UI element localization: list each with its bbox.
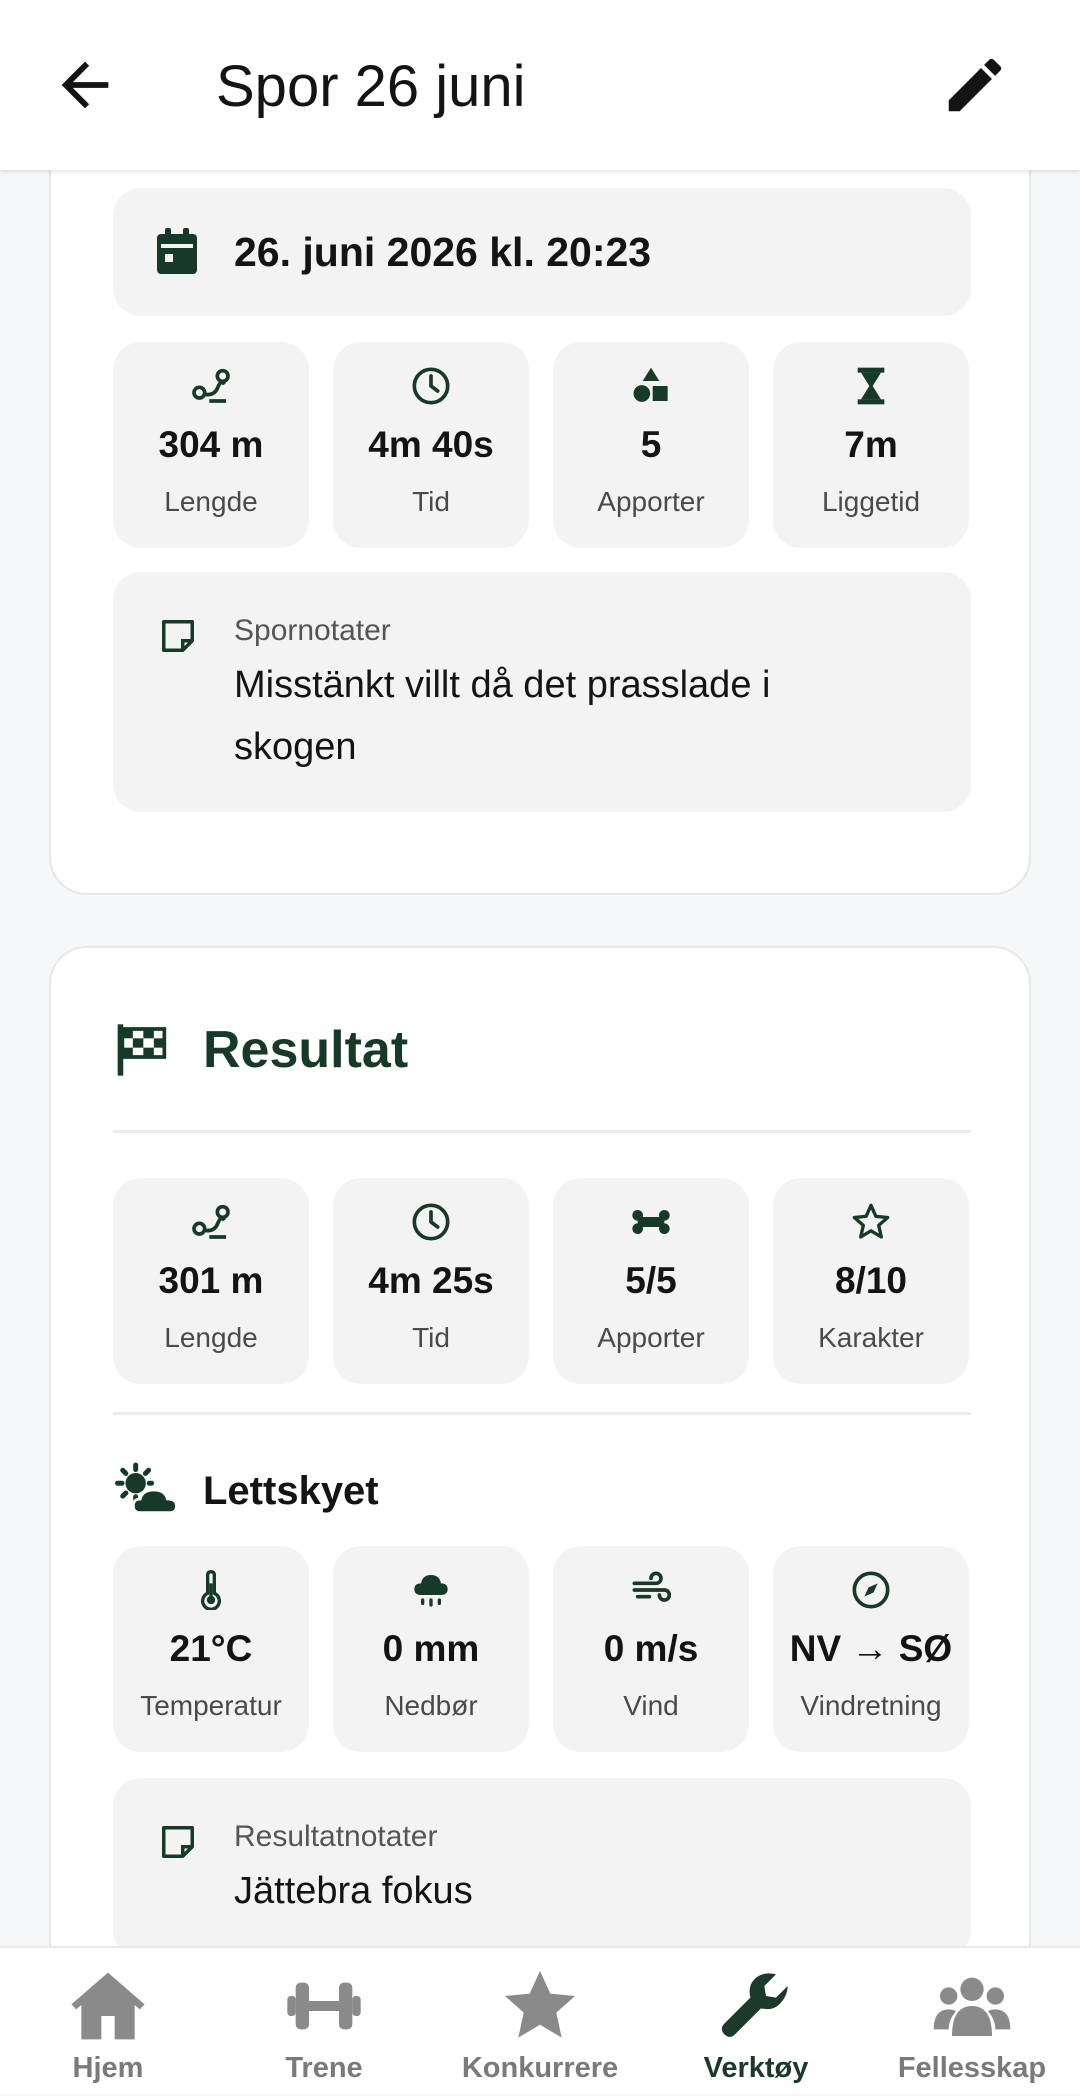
- clock-icon: [412, 1203, 450, 1241]
- stat-label: Apporter: [597, 1322, 705, 1353]
- stat-label: Tid: [412, 1322, 450, 1353]
- stat-value: 8/10: [834, 1260, 907, 1301]
- shapes-icon: [633, 367, 668, 402]
- home-icon: [71, 1972, 145, 2040]
- users-icon: [933, 1977, 1011, 2036]
- stat-label: Apporter: [597, 486, 705, 517]
- stat-value: 0 m/s: [603, 1628, 699, 1669]
- back-button[interactable]: [50, 50, 120, 120]
- stat-value: 5/5: [625, 1260, 677, 1301]
- stat-label: Lengde: [164, 1322, 258, 1353]
- divider: [113, 1130, 971, 1133]
- route-icon: [192, 368, 230, 403]
- stat-items: 5 Apporter: [553, 342, 749, 548]
- result-stat-items: 5/5 Apporter: [553, 1178, 749, 1384]
- result-stat-time: 4m 25s Tid: [333, 1178, 529, 1384]
- checkered-flag-icon: [117, 1024, 167, 1076]
- star-icon: [852, 1203, 890, 1239]
- stat-length: 304 m Lengde: [113, 342, 309, 548]
- pencil-icon: [948, 58, 1002, 112]
- stat-value: 304 m: [158, 424, 264, 465]
- nav-item-home[interactable]: Hjem: [0, 1948, 216, 2096]
- nav-label: Konkurrere: [461, 2052, 619, 2084]
- stat-label: Tid: [412, 486, 450, 517]
- wind-icon: [632, 1571, 671, 1602]
- nav-item-train[interactable]: Trene: [216, 1948, 432, 2096]
- hourglass-icon: [857, 367, 885, 405]
- star-icon: [505, 1971, 575, 2038]
- stat-label: Nedbør: [384, 1690, 478, 1721]
- result-stat-grade: 8/10 Karakter: [773, 1178, 969, 1384]
- stat-value: 4m 40s: [368, 424, 494, 465]
- divider: [113, 1412, 971, 1415]
- stat-label: Karakter: [818, 1322, 924, 1353]
- bone-icon: [632, 1210, 670, 1234]
- nav-item-tools[interactable]: Verktøy: [648, 1948, 864, 2096]
- stat-time: 4m 40s Tid: [333, 342, 529, 548]
- stat-value: 7m: [844, 424, 898, 465]
- stat-value: 301 m: [158, 1260, 264, 1301]
- bottom-navigation: Hjem Trene Konkurrere Verktøy Fellesskap: [0, 1946, 1080, 2094]
- track-notes: Spornotater Misstänkt villt då det prass…: [113, 572, 971, 812]
- result-card: Resultat 301 m Lengde 4m 25s Tid 5/5 App…: [49, 946, 1031, 1946]
- stat-lie-time: 7m Liggetid: [773, 342, 969, 548]
- nav-label: Fellesskap: [897, 2052, 1047, 2084]
- nav-label: Hjem: [72, 2052, 144, 2084]
- result-title: Resultat: [203, 1021, 409, 1079]
- weather-wind: 0 m/s Vind: [553, 1546, 749, 1752]
- sun-cloud-icon: [115, 1462, 178, 1515]
- stat-value: NV → SØ: [789, 1628, 953, 1669]
- stat-label: Temperatur: [140, 1690, 282, 1721]
- clock-icon: [412, 367, 450, 405]
- note-icon: [162, 620, 194, 652]
- weather-wind-direction: NV → SØ Vindretning: [773, 1546, 969, 1752]
- track-date-text: 26. juni 2026 kl. 20:23: [234, 229, 652, 275]
- stat-value: 21°C: [169, 1628, 253, 1669]
- stat-label: Vindretning: [800, 1690, 942, 1721]
- stat-value: 5: [640, 424, 662, 465]
- page-title: Spor 26 juni: [216, 54, 526, 119]
- nav-item-compete[interactable]: Konkurrere: [432, 1948, 648, 2096]
- edit-button[interactable]: [940, 50, 1010, 120]
- stat-label: Vind: [623, 1690, 679, 1721]
- thermometer-icon: [201, 1570, 221, 1610]
- rain-cloud-icon: [414, 1575, 448, 1607]
- wrench-icon: [721, 1973, 788, 2037]
- track-date: 26. juni 2026 kl. 20:23: [113, 188, 971, 316]
- stat-label: Lengde: [164, 486, 258, 517]
- track-card: 26. juni 2026 kl. 20:23 304 m Lengde 4m …: [49, 170, 1031, 895]
- weather-condition: Lettskyet: [203, 1469, 379, 1513]
- nav-label: Verktøy: [703, 2052, 809, 2084]
- weather-precipitation: 0 mm Nedbør: [333, 1546, 529, 1752]
- result-notes: Resultatnotater Jättebra fokus: [113, 1778, 971, 1946]
- note-icon: [162, 1826, 194, 1858]
- nav-item-community[interactable]: Fellesskap: [864, 1948, 1080, 2096]
- dumbbell-icon: [287, 1982, 361, 2030]
- notes-text: Jättebra fokus: [234, 1870, 473, 1912]
- weather-temperature: 21°C Temperatur: [113, 1546, 309, 1752]
- result-stat-length: 301 m Lengde: [113, 1178, 309, 1384]
- notes-text: Misstänkt villt då det prasslade i skoge…: [234, 664, 771, 768]
- app-bar: Spor 26 juni: [0, 0, 1080, 170]
- stat-value: 0 mm: [382, 1628, 480, 1669]
- notes-label: Resultatnotater: [234, 1820, 438, 1853]
- stat-value: 4m 25s: [368, 1260, 494, 1301]
- stat-label: Liggetid: [821, 486, 921, 517]
- nav-label: Trene: [285, 2052, 363, 2084]
- compass-icon: [852, 1571, 890, 1609]
- route-icon: [192, 1204, 230, 1239]
- notes-label: Spornotater: [234, 614, 391, 647]
- arrow-left-icon: [61, 61, 109, 109]
- calendar-icon: [157, 228, 197, 274]
- content-scroll[interactable]: 26. juni 2026 kl. 20:23 304 m Lengde 4m …: [0, 170, 1080, 1946]
